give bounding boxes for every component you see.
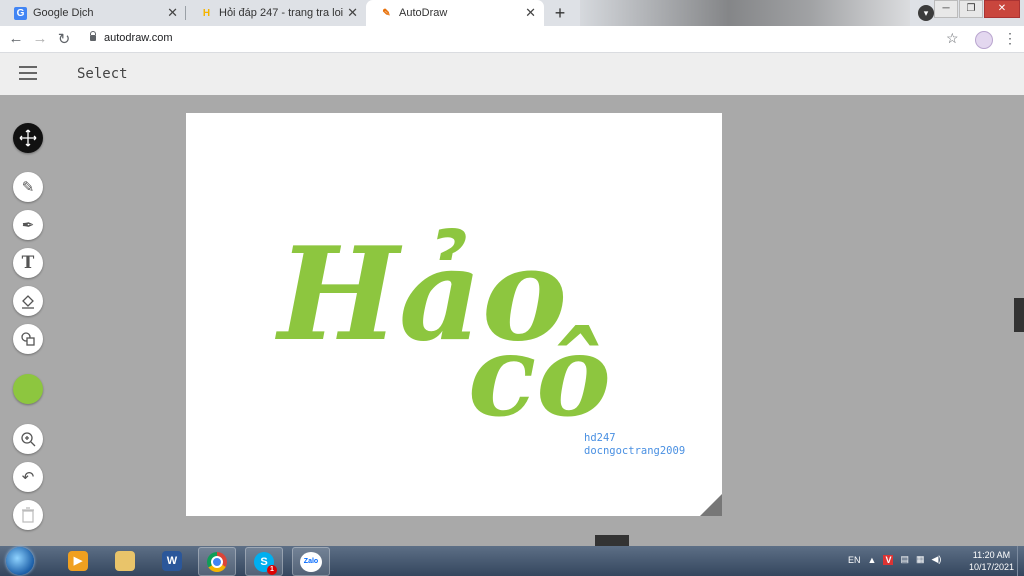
undo-icon: ↶ (21, 469, 35, 486)
browser-menu-icon[interactable]: ⋮ (1003, 30, 1017, 47)
color-picker[interactable] (13, 374, 43, 404)
minimize-button[interactable]: ─ (934, 0, 958, 18)
horizontal-scrollbar-thumb[interactable] (595, 535, 629, 546)
word-icon: W (162, 550, 182, 571)
taskbar-zalo[interactable]: Zalo (292, 547, 330, 576)
show-desktop-button[interactable] (1017, 546, 1024, 576)
folder-icon (115, 550, 135, 571)
tab-title: AutoDraw (399, 7, 448, 19)
shape-tool[interactable] (13, 324, 43, 354)
url-text: autodraw.com (104, 32, 173, 44)
drawing-canvas[interactable]: Hảo cô hd247 docngoctrang2009 (186, 113, 722, 516)
back-arrow-icon[interactable]: ← (7, 30, 25, 47)
forward-arrow-icon[interactable]: → (31, 30, 49, 47)
tray-expand-icon[interactable]: ▲ (868, 555, 877, 565)
address-field[interactable]: autodraw.com (90, 31, 173, 44)
delete-tool[interactable] (13, 500, 43, 530)
tab-autodraw[interactable]: ✎ AutoDraw ✕ (366, 0, 544, 26)
system-clock[interactable]: 11:20 AM 10/17/2021 (969, 549, 1014, 573)
browser-tab-strip: G Google Dịch ✕ H Hỏi đáp 247 - trang tr… (0, 0, 1024, 26)
zoom-tool[interactable] (13, 424, 43, 454)
tab-title: Google Dịch (33, 7, 94, 19)
notification-badge: 1 (267, 564, 277, 575)
autodraw-tool[interactable]: ✎ (13, 172, 43, 202)
tool-palette: ✎ ✒ T ↶ (0, 95, 60, 545)
draw-tool[interactable]: ✒ (13, 210, 43, 240)
taskbar-skype[interactable]: S 1 (245, 547, 283, 576)
undo-tool[interactable]: ↶ (13, 462, 43, 492)
usb-icon[interactable]: ▤ (900, 554, 909, 565)
close-tab-icon[interactable]: ✕ (347, 5, 358, 21)
profile-avatar[interactable] (975, 31, 993, 49)
antivirus-icon[interactable]: V (883, 554, 894, 565)
window-controls: ─ ❐ ✕ (933, 0, 1020, 18)
new-tab-button[interactable]: + (550, 3, 570, 23)
tab-search-icon[interactable]: ▾ (918, 5, 934, 21)
tab-hoidap247[interactable]: H Hỏi đáp 247 - trang tra loi ✕ (186, 0, 366, 26)
hamburger-menu-icon[interactable] (19, 66, 37, 80)
maximize-button[interactable]: ❐ (959, 0, 983, 18)
lettering-line-2: cô (468, 311, 611, 442)
reload-icon[interactable]: ↻ (55, 30, 73, 48)
lock-icon (90, 31, 96, 41)
volume-icon[interactable]: ◀) (931, 554, 941, 565)
hoidap247-icon: H (202, 7, 211, 19)
fill-tool[interactable] (13, 286, 43, 316)
close-tab-icon[interactable]: ✕ (525, 5, 536, 21)
skype-icon: S 1 (254, 551, 277, 575)
download-corner-fold[interactable] (700, 494, 722, 516)
language-indicator[interactable]: EN (848, 555, 861, 565)
zoom-in-icon (21, 432, 36, 447)
tab-google-translate[interactable]: G Google Dịch ✕ (0, 0, 186, 26)
close-tab-icon[interactable]: ✕ (167, 5, 178, 21)
bookmark-star-icon[interactable]: ☆ (946, 30, 959, 47)
taskbar-media-player[interactable]: ▶ (60, 547, 96, 574)
clock-time: 11:20 AM (972, 550, 1011, 560)
taskbar-word[interactable]: W (154, 547, 190, 574)
tab-title: Hỏi đáp 247 - trang tra loi (219, 7, 344, 19)
system-tray: EN ▲ V ▤ ▦ ◀) (848, 554, 948, 565)
shapes-icon (21, 332, 35, 346)
app-header: Select (0, 53, 1024, 95)
address-bar-row: ← → ↻ autodraw.com ☆ ⋮ (0, 26, 1024, 53)
text-t-icon: T (21, 253, 35, 273)
pen-icon: ✒ (21, 217, 35, 234)
start-button[interactable] (6, 547, 34, 575)
media-player-icon: ▶ (68, 550, 88, 571)
type-tool[interactable]: T (13, 248, 43, 278)
taskbar-chrome[interactable] (198, 547, 236, 576)
select-tool[interactable] (13, 123, 43, 153)
move-arrows-icon (19, 129, 37, 147)
windows-taskbar: ▶ W S 1 Zalo EN ▲ V ▤ ▦ ◀) 11:20 AM 10/1… (0, 546, 1024, 576)
credit-line-2: docngoctrang2009 (584, 445, 686, 457)
google-translate-icon: G (14, 6, 27, 20)
vertical-scrollbar-thumb[interactable] (1014, 298, 1024, 332)
magic-pen-icon: ✎ (21, 179, 35, 196)
taskbar-file-explorer[interactable] (107, 547, 143, 574)
trash-icon (22, 507, 34, 523)
paint-bucket-icon (22, 295, 34, 309)
zalo-icon: Zalo (300, 551, 322, 572)
credit-text: hd247 docngoctrang2009 (584, 432, 685, 458)
credit-line-1: hd247 (584, 432, 616, 444)
chrome-icon (207, 551, 227, 572)
autodraw-icon: ✎ (382, 7, 391, 19)
network-icon[interactable]: ▦ (916, 554, 925, 565)
mode-title: Select (77, 66, 128, 82)
close-window-button[interactable]: ✕ (984, 0, 1020, 18)
clock-date: 10/17/2021 (968, 562, 1014, 572)
